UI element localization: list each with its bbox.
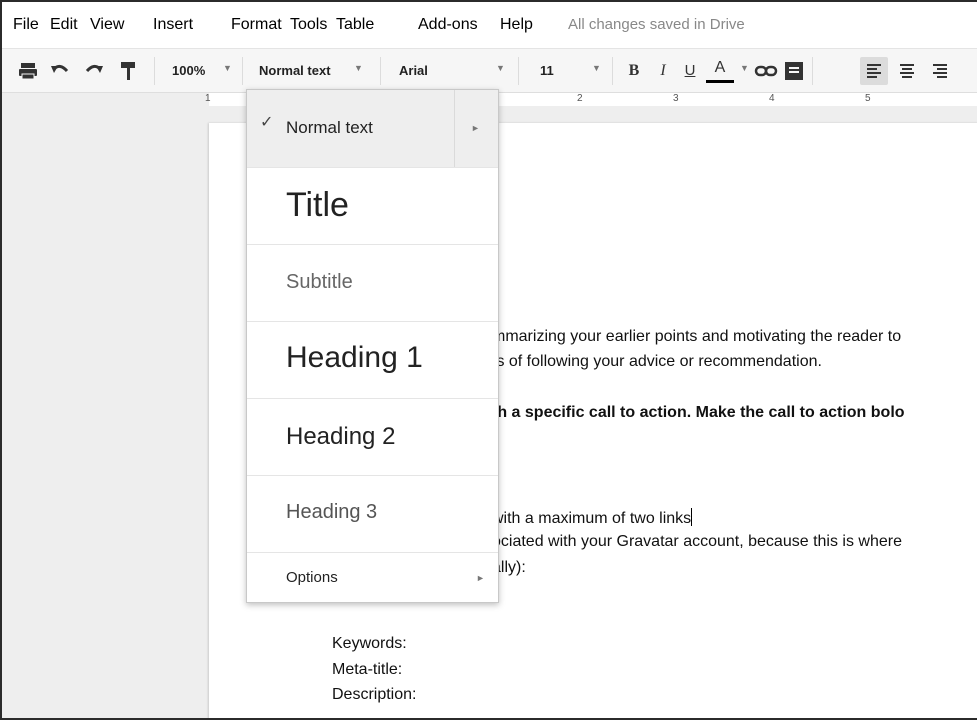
menu-table[interactable]: Table [336,16,374,34]
doc-text-line: mmarizing your earlier points and motiva… [492,328,902,345]
toolbar-separator [812,57,813,85]
menu-item-heading-2[interactable]: Heading 2 [247,399,498,476]
menu-addons[interactable]: Add-ons [418,16,478,34]
comment-icon[interactable] [782,59,806,83]
menu-item-label: Heading 2 [286,423,396,450]
undo-icon[interactable] [48,59,72,83]
ruler-number: 4 [769,93,775,104]
checkmark-icon: ✓ [260,114,274,131]
chevron-down-icon: ▼ [354,63,363,73]
print-icon[interactable] [16,59,40,83]
menu-item-label: Subtitle [286,271,353,293]
paragraph-styles-menu: ✓ Normal text ► Title Subtitle Heading 1… [246,89,499,603]
ruler-number: 1 [205,93,211,104]
toolbar: 100% ▼ Normal text ▼ Arial ▼ 11 ▼ B I U … [2,48,977,92]
text-color-icon[interactable]: A [706,57,734,83]
align-left-icon[interactable] [860,57,888,85]
bold-icon[interactable]: B [620,57,648,85]
ruler-number: 3 [673,93,679,104]
redo-icon[interactable] [82,59,106,83]
doc-text-line: th a specific call to action. Make the c… [492,404,905,421]
menu-item-label: Title [286,186,349,224]
menu-item-heading-1[interactable]: Heading 1 [247,322,498,399]
toolbar-separator [154,57,155,85]
menu-bar: File Edit View Insert Format Tools Table… [2,2,977,48]
text-cursor [691,508,693,526]
menu-item-label: Heading 3 [286,501,378,523]
menu-item-label: Normal text [286,118,373,137]
menu-item-title[interactable]: Title [247,168,498,245]
menu-tools[interactable]: Tools [290,16,327,34]
toolbar-separator [380,57,381,85]
ruler-number: 2 [577,93,583,104]
arrow-right-icon: ► [471,123,480,133]
menu-file[interactable]: File [13,16,39,34]
chevron-down-icon: ▼ [740,63,749,73]
font-size-select[interactable]: 11 [540,63,554,78]
chevron-down-icon: ▼ [223,63,232,73]
doc-text-line: with a maximum of two links [492,508,693,528]
paint-format-icon[interactable] [116,59,140,83]
align-center-icon[interactable] [893,57,921,85]
font-select[interactable]: Arial [399,63,428,78]
app-window: File Edit View Insert Format Tools Table… [0,0,977,720]
menu-item-normal-text[interactable]: ✓ Normal text ► [247,90,498,168]
menu-format[interactable]: Format [231,16,282,34]
save-status[interactable]: All changes saved in Drive [568,16,745,33]
doc-text-line: ociated with your Gravatar account, beca… [492,533,902,550]
toolbar-separator [612,57,613,85]
menu-item-options[interactable]: Options ► [247,553,498,602]
submenu-trigger[interactable]: ► [454,90,498,167]
chevron-down-icon: ▼ [496,63,505,73]
menu-item-label: Options [286,569,338,586]
doc-text-line: Meta-title: [332,661,403,678]
chevron-down-icon: ▼ [592,63,601,73]
toolbar-separator [518,57,519,85]
link-icon[interactable] [754,59,778,83]
menu-help[interactable]: Help [500,16,533,34]
menu-insert[interactable]: Insert [153,16,193,34]
underline-icon[interactable]: U [676,57,704,85]
menu-view[interactable]: View [90,16,124,34]
doc-text: with a maximum of two links [492,510,692,527]
doc-text-line: ts of following your advice or recommend… [492,353,822,370]
zoom-select[interactable]: 100% [172,63,205,78]
align-right-icon[interactable] [926,57,954,85]
menu-item-subtitle[interactable]: Subtitle [247,245,498,322]
doc-text-line: Keywords: [332,635,407,652]
doc-text-line: Description: [332,686,417,703]
menu-item-heading-3[interactable]: Heading 3 [247,476,498,553]
menu-edit[interactable]: Edit [50,16,78,34]
arrow-right-icon: ► [476,573,485,583]
ruler-number: 5 [865,93,871,104]
menu-item-label: Heading 1 [286,341,423,374]
italic-icon[interactable]: I [649,57,677,85]
style-select[interactable]: Normal text [259,63,331,78]
toolbar-separator [242,57,243,85]
